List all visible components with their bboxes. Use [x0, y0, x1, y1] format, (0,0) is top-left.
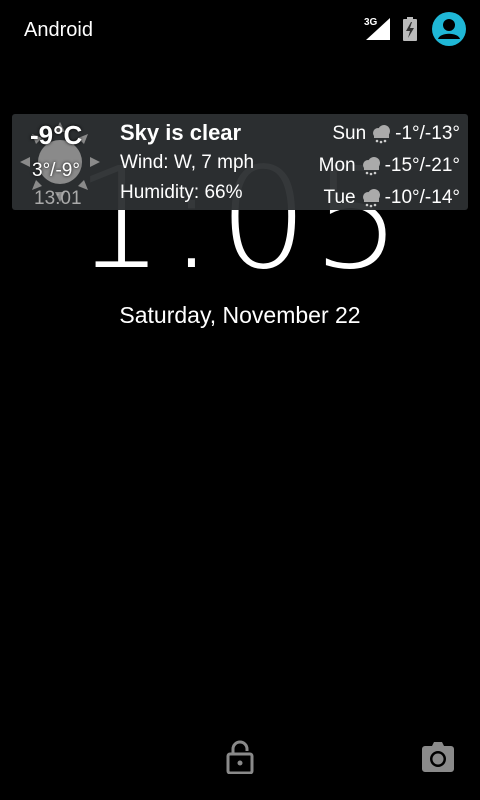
forecast-row: Tue -10°/-14°: [290, 182, 460, 214]
weather-condition: Sky is clear: [120, 120, 242, 145]
forecast-day: Mon: [318, 155, 356, 176]
forecast-temps: -1°/-13°: [395, 123, 460, 144]
update-time: 13:01: [34, 188, 82, 209]
forecast-temps: -15°/-21°: [384, 155, 460, 176]
high-low-temperature: 3°/-9°: [32, 160, 80, 181]
lock-screen: Android 3G 1:05 Saturday, November 22 -9…: [0, 0, 480, 800]
snow-cloud-icon: [373, 125, 391, 144]
forecast-row: Sun -1°/-13°: [290, 118, 460, 150]
camera-icon[interactable]: [422, 742, 454, 772]
snow-cloud-icon: [362, 189, 380, 208]
weather-widget[interactable]: -9°C 3°/-9° 13:01 Sky is clear Wind: W, …: [12, 114, 468, 210]
status-bar: Android 3G: [0, 0, 480, 60]
signal-icon: [366, 18, 390, 40]
forecast-day: Sun: [332, 123, 367, 144]
forecast-list: Sun -1°/-13° Mon -15°/-21° Tue -10°/-14°: [290, 118, 460, 214]
user-avatar-icon[interactable]: [432, 12, 466, 46]
lock-icon[interactable]: [226, 740, 254, 774]
current-temperature: -9°C: [30, 120, 83, 150]
wind-info: Wind: W, 7 mph: [120, 152, 255, 173]
lock-date: Saturday, November 22: [119, 302, 361, 328]
carrier-label: Android: [24, 19, 93, 41]
battery-charging-icon: [403, 17, 417, 41]
humidity-info: Humidity: 66%: [120, 182, 243, 203]
forecast-row: Mon -15°/-21°: [290, 150, 460, 182]
snow-cloud-icon: [362, 157, 380, 176]
forecast-day: Tue: [323, 187, 356, 208]
forecast-temps: -10°/-14°: [384, 187, 460, 208]
